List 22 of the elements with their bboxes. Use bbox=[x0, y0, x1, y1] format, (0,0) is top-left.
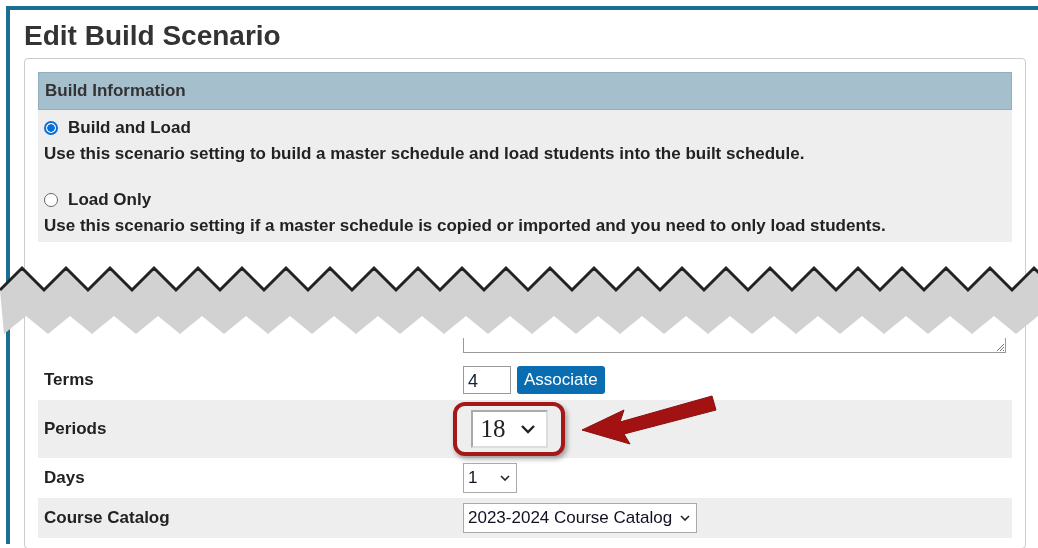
radio-button[interactable] bbox=[44, 121, 58, 135]
option-label[interactable]: Load Only bbox=[68, 190, 152, 210]
field-label: Terms bbox=[43, 370, 95, 390]
option-label[interactable]: Build and Load bbox=[68, 118, 191, 138]
chevron-down-icon bbox=[500, 475, 510, 481]
chevron-down-icon bbox=[680, 515, 691, 521]
option-description: Use this scenario setting to build a master schedule and load students into the built schedule. bbox=[44, 144, 806, 164]
field-label: Course Catalog bbox=[43, 508, 171, 528]
select-field[interactable]: 2023-2024 Course Catalog bbox=[463, 503, 698, 533]
field-label: Days bbox=[43, 468, 86, 488]
section-header: Build Information bbox=[38, 72, 1012, 110]
terms-input[interactable]: 4 bbox=[463, 366, 511, 394]
select-field[interactable]: 1 bbox=[463, 463, 517, 493]
associate-button[interactable]: Associate bbox=[517, 366, 605, 394]
periods-select[interactable]: 18 bbox=[470, 410, 548, 448]
chevron-down-icon bbox=[519, 424, 536, 434]
resize-grip-icon[interactable] bbox=[996, 343, 1004, 351]
field-label: Periods bbox=[43, 419, 108, 439]
option-description: Use this scenario setting if a master schedule is copied or imported and you need to only load students. bbox=[44, 216, 887, 236]
radio-button[interactable] bbox=[44, 193, 58, 207]
text-area[interactable] bbox=[463, 338, 1006, 353]
page-title: Edit Build Scenario bbox=[24, 19, 282, 53]
